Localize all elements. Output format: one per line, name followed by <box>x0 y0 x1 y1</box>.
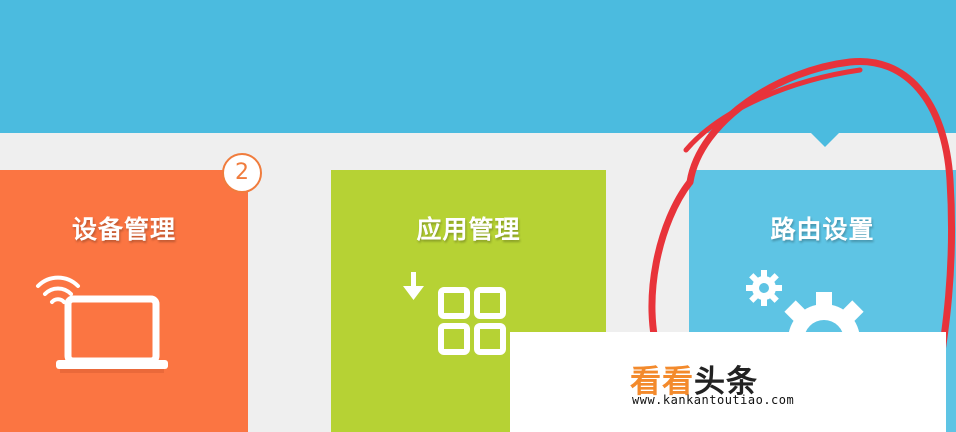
selected-tab-pointer <box>811 133 839 147</box>
watermark-url: www.kankantoutiao.com <box>632 393 795 407</box>
watermark-box: 看看头条 www.kankantoutiao.com <box>510 332 946 432</box>
device-management-tile[interactable]: 设备管理 <box>0 170 248 432</box>
device-count-badge: 2 <box>222 153 262 193</box>
header-band <box>0 0 956 133</box>
app-management-title: 应用管理 <box>416 215 521 244</box>
laptop-wifi-icon <box>36 275 168 373</box>
device-management-title: 设备管理 <box>71 215 176 244</box>
app-grid-download-icon <box>403 272 506 355</box>
router-settings-title: 路由设置 <box>770 215 875 244</box>
